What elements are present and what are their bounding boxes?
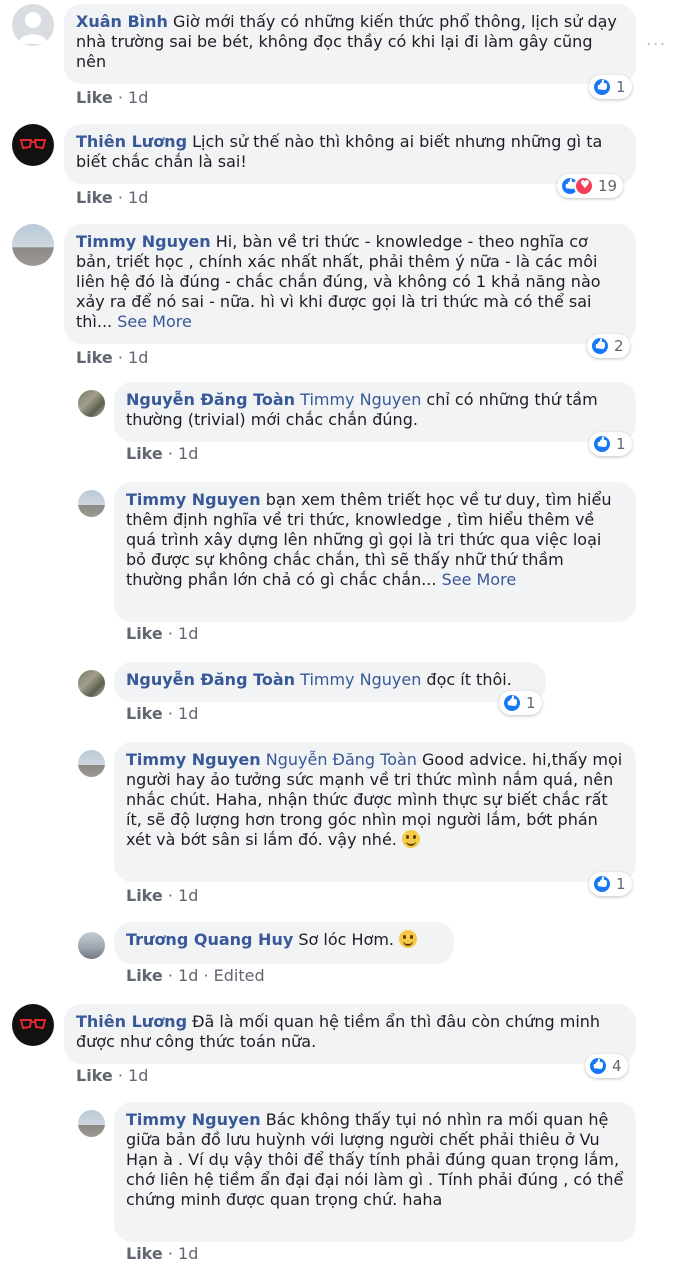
- avatar[interactable]: [78, 932, 105, 959]
- like-reaction-icon: [590, 336, 610, 356]
- comment-meta: Like · 1d: [76, 88, 149, 107]
- like-link[interactable]: Like: [126, 624, 163, 643]
- comment-meta: Like · 1d: [126, 704, 199, 723]
- timestamp[interactable]: 1d: [128, 88, 148, 107]
- author-name[interactable]: Trương Quang Huy: [126, 930, 293, 949]
- comment-bubble: Timmy Nguyen Hi, bàn về tri thức - knowl…: [64, 224, 636, 344]
- timestamp[interactable]: 1d: [128, 348, 148, 367]
- like-link[interactable]: Like: [126, 966, 163, 985]
- author-name[interactable]: Xuân Bình: [76, 12, 168, 31]
- comment-meta: Like · 1d: [76, 348, 149, 367]
- comment-text: Sơ lóc Hơm.: [298, 930, 394, 949]
- like-link[interactable]: Like: [126, 444, 163, 463]
- timestamp[interactable]: 1d: [178, 444, 198, 463]
- comment-meta: Like · 1d · Edited: [126, 966, 265, 985]
- author-name[interactable]: Thiên Lương: [76, 1012, 187, 1031]
- comment-bubble: Nguyễn Đăng Toàn Timmy Nguyen chỉ có nhữ…: [114, 382, 636, 442]
- like-reaction-icon: [592, 434, 612, 454]
- avatar[interactable]: [12, 124, 54, 166]
- avatar[interactable]: [78, 1110, 105, 1137]
- avatar[interactable]: [78, 750, 105, 777]
- comment-bubble: Timmy Nguyen bạn xem thêm triết học về t…: [114, 482, 636, 622]
- reaction-count[interactable]: 1: [589, 75, 632, 99]
- mention-link[interactable]: Timmy Nguyen: [300, 670, 421, 689]
- author-name[interactable]: Timmy Nguyen: [126, 490, 261, 509]
- timestamp[interactable]: 1d: [178, 886, 198, 905]
- like-reaction-icon: [592, 77, 612, 97]
- avatar[interactable]: [78, 670, 105, 697]
- like-link[interactable]: Like: [76, 348, 113, 367]
- see-more-link[interactable]: See More: [442, 570, 517, 589]
- mention-link[interactable]: Nguyễn Đăng Toàn: [266, 750, 417, 769]
- author-name[interactable]: Timmy Nguyen: [126, 750, 261, 769]
- like-link[interactable]: Like: [126, 704, 163, 723]
- comment-bubble: Timmy Nguyen Bác không thấy tụi nó nhìn …: [114, 1102, 636, 1242]
- like-reaction-icon: [502, 693, 522, 713]
- avatar[interactable]: [12, 4, 54, 46]
- comment-bubble: Thiên Lương Đã là mối quan hệ tiềm ẩn th…: [64, 1004, 636, 1064]
- reaction-count[interactable]: 2: [587, 334, 630, 358]
- more-options-icon[interactable]: ···: [646, 34, 666, 55]
- like-link[interactable]: Like: [126, 1244, 163, 1262]
- avatar[interactable]: [12, 224, 54, 266]
- author-name[interactable]: Nguyễn Đăng Toàn: [126, 670, 295, 689]
- comment-bubble: Nguyễn Đăng Toàn Timmy Nguyen đọc ít thô…: [114, 662, 546, 702]
- comment-bubble: Thiên Lương Lịch sử thế nào thì không ai…: [64, 124, 636, 184]
- timestamp[interactable]: 1d: [128, 188, 148, 207]
- comment-bubble: Trương Quang Huy Sơ lóc Hơm.: [114, 922, 454, 964]
- comment-bubble: Xuân Bình Giờ mới thấy có những kiến thứ…: [64, 4, 636, 84]
- author-name[interactable]: Thiên Lương: [76, 132, 187, 151]
- avatar[interactable]: [12, 1004, 54, 1046]
- comment-meta: Like · 1d: [126, 444, 199, 463]
- timestamp[interactable]: 1d: [178, 1244, 198, 1262]
- glasses-icon: [20, 139, 46, 150]
- comment-meta: Like · 1d: [126, 886, 199, 905]
- timestamp[interactable]: 1d: [128, 1066, 148, 1085]
- like-reaction-icon: [588, 1056, 608, 1076]
- comment-meta: Like · 1d: [76, 188, 149, 207]
- mention-link[interactable]: Timmy Nguyen: [300, 390, 421, 409]
- edited-label[interactable]: Edited: [214, 966, 265, 985]
- like-link[interactable]: Like: [126, 886, 163, 905]
- like-link[interactable]: Like: [76, 1066, 113, 1085]
- see-more-link[interactable]: See More: [117, 312, 192, 331]
- author-name[interactable]: Nguyễn Đăng Toàn: [126, 390, 295, 409]
- comment-meta: Like · 1d: [126, 624, 199, 643]
- comment-meta: Like · 1d: [126, 1244, 199, 1262]
- timestamp[interactable]: 1d: [178, 704, 198, 723]
- timestamp[interactable]: 1d: [178, 966, 198, 985]
- reaction-count[interactable]: 1: [589, 872, 632, 896]
- glasses-icon: [20, 1019, 46, 1030]
- love-reaction-icon: [574, 176, 594, 196]
- like-reaction-icon: [592, 874, 612, 894]
- avatar[interactable]: [78, 390, 105, 417]
- grin-emoji-icon: [399, 930, 418, 948]
- reaction-count[interactable]: 1: [589, 432, 632, 456]
- reaction-count[interactable]: 4: [585, 1054, 628, 1078]
- author-name[interactable]: Timmy Nguyen: [76, 232, 211, 251]
- like-link[interactable]: Like: [76, 88, 113, 107]
- timestamp[interactable]: 1d: [178, 624, 198, 643]
- comment-meta: Like · 1d: [76, 1066, 149, 1085]
- comment-text: đọc ít thôi.: [426, 670, 512, 689]
- author-name[interactable]: Timmy Nguyen: [126, 1110, 261, 1129]
- avatar[interactable]: [78, 490, 105, 517]
- comment-bubble: Timmy Nguyen Nguyễn Đăng Toàn Good advic…: [114, 742, 636, 882]
- like-link[interactable]: Like: [76, 188, 113, 207]
- reaction-count[interactable]: 19: [557, 174, 624, 198]
- smile-emoji-icon: [401, 830, 420, 848]
- reaction-count[interactable]: 1: [499, 691, 542, 715]
